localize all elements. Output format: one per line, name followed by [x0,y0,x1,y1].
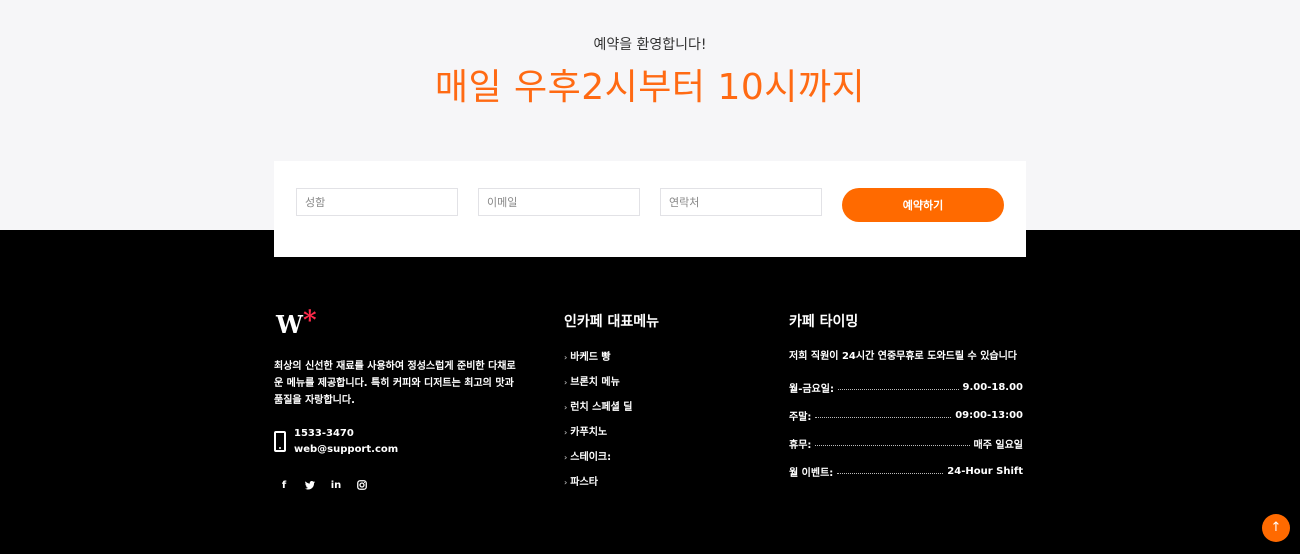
hero-subtitle: 예약을 환영합니다! [593,37,707,53]
menu-item-lunch-deal[interactable]: › 런치 스페셜 딜 [564,398,632,413]
hours-label: 휴무: [789,439,812,451]
brand-logo[interactable]: W* [276,306,317,340]
facebook-icon[interactable]: f [274,479,294,493]
mobile-phone-icon [274,431,286,452]
chevron-right-icon: › [564,478,568,487]
hours-label: 월 이벤트: [789,467,834,479]
hours-row-closed: 휴무: 매주 일요일 [789,436,1023,451]
dotted-leader [837,388,959,390]
reservation-form: 예약하기 [274,161,1026,257]
logo-letter: W [276,310,303,339]
hours-row-event: 월 이벤트: 24-Hour Shift [789,464,1023,479]
linkedin-icon[interactable]: in [326,479,346,493]
menu-item-pasta[interactable]: › 파스타 [564,473,598,488]
twitter-icon[interactable] [300,479,320,493]
hours-intro: 저희 직원이 24시간 연중무휴로 도와드릴 수 있습니다 [789,351,1018,362]
menu-title: 인카페 대표메뉴 [564,314,660,330]
chevron-right-icon: › [564,403,568,412]
chevron-right-icon: › [564,353,568,362]
instagram-icon[interactable] [352,479,372,493]
contact-phone[interactable]: 1533-3470 [294,428,354,439]
hours-label: 월-금요일: [789,383,834,395]
name-field[interactable] [296,188,458,216]
hours-value: 9.00-18.00 [962,381,1023,393]
hours-title: 카페 타이밍 [789,314,859,330]
hours-row-weekdays: 월-금요일: 9.00-18.00 [789,380,1023,395]
dotted-leader [815,416,952,418]
menu-item-brunch[interactable]: › 브론치 메뉴 [564,373,620,388]
menu-item-bread[interactable]: › 바케드 빵 [564,348,611,363]
scroll-to-top-button[interactable]: ↑ [1262,514,1290,542]
about-text: 최상의 신선한 재료를 사용하여 정성스럽게 준비한 다채로운 메뉴를 제공합니… [274,361,516,406]
reserve-button[interactable]: 예약하기 [842,188,1004,222]
phone-field[interactable] [660,188,822,216]
chevron-right-icon: › [564,453,568,462]
menu-item-steak[interactable]: › 스테이크: [564,448,611,463]
email-field[interactable] [478,188,640,216]
hours-row-weekend: 주말: 09:00-13:00 [789,408,1023,423]
logo-mark: * [302,306,317,336]
dotted-leader [837,472,944,474]
chevron-right-icon: › [564,428,568,437]
hours-label: 주말: [789,411,812,423]
hours-value: 09:00-13:00 [955,409,1023,421]
hours-value: 매주 일요일 [973,439,1023,451]
hours-value: 24-Hour Shift [947,465,1023,477]
dotted-leader [815,444,970,446]
contact-email[interactable]: web@support.com [294,444,398,455]
chevron-right-icon: › [564,378,568,387]
arrow-up-icon: ↑ [1270,520,1282,535]
menu-item-cappuccino[interactable]: › 카푸치노 [564,423,607,438]
hero-title: 매일 우후2시부터 10시까지 [434,67,866,108]
